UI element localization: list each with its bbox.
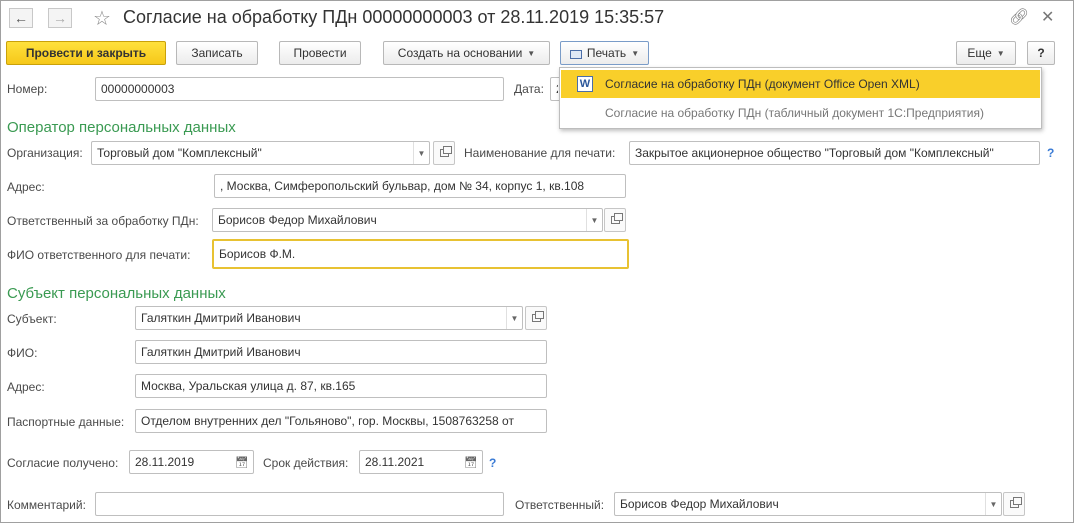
open-footer-responsible-button[interactable]	[1003, 492, 1025, 516]
print-menu-item-spreadsheet[interactable]: Согласие на обработку ПДн (табличный док…	[561, 99, 1040, 127]
back-button[interactable]: ←	[9, 8, 33, 28]
open-icon	[439, 146, 452, 157]
date-label: Дата:	[514, 82, 544, 96]
operator-address-label: Адрес:	[7, 180, 45, 194]
printer-icon	[569, 49, 582, 59]
print-button[interactable]: Печать ▼	[560, 41, 649, 65]
responsible-label: Ответственный за обработку ПДн:	[7, 214, 199, 228]
fio-field[interactable]: Галяткин Дмитрий Иванович	[135, 340, 547, 364]
passport-field[interactable]: Отделом внутренних дел "Гольяново", гор.…	[135, 409, 547, 433]
chevron-down-icon[interactable]: ▼	[506, 307, 522, 329]
calendar-icon[interactable]: 📅︎	[231, 451, 253, 473]
passport-label: Паспортные данные:	[7, 415, 125, 429]
responsible-print-value: Борисов Ф.М.	[219, 247, 296, 261]
create-based-on-label: Создать на основании	[397, 46, 523, 60]
print-name-value: Закрытое акционерное общество "Торговый …	[635, 146, 994, 160]
subject-section-title: Субъект персональных данных	[7, 285, 226, 302]
validity-help-icon[interactable]: ?	[489, 456, 496, 470]
chevron-down-icon[interactable]: ▼	[985, 493, 1001, 515]
responsible-print-field[interactable]: Борисов Ф.М.	[212, 239, 629, 269]
operator-section-title: Оператор персональных данных	[7, 119, 236, 136]
footer-responsible-select[interactable]: Борисов Федор Михайлович ▼	[614, 492, 1002, 516]
forward-button[interactable]: →	[48, 8, 72, 28]
consent-received-label: Согласие получено:	[7, 456, 119, 470]
print-menu-item-label: Согласие на обработку ПДн (табличный док…	[605, 106, 984, 120]
subject-select[interactable]: Галяткин Дмитрий Иванович ▼	[135, 306, 523, 330]
operator-address-field[interactable]: , Москва, Симферопольский бульвар, дом №…	[214, 174, 626, 198]
number-field[interactable]: 00000000003	[95, 77, 504, 101]
validity-value: 28.11.2021	[365, 455, 425, 469]
chevron-down-icon: ▼	[527, 48, 536, 58]
responsible-select[interactable]: Борисов Федор Михайлович ▼	[212, 208, 603, 232]
calendar-icon[interactable]: 📅︎	[460, 451, 482, 473]
print-name-field[interactable]: Закрытое акционерное общество "Торговый …	[629, 141, 1040, 165]
validity-date-field[interactable]: 28.11.2021 📅︎	[359, 450, 483, 474]
print-menu-item-label: Согласие на обработку ПДн (документ Offi…	[605, 77, 920, 91]
operator-address-value: , Москва, Симферопольский бульвар, дом №…	[220, 179, 585, 193]
more-label: Еще	[967, 46, 992, 60]
comment-label: Комментарий:	[7, 498, 86, 512]
chevron-down-icon: ▼	[631, 48, 640, 58]
consent-received-value: 28.11.2019	[135, 455, 195, 469]
fio-label: ФИО:	[7, 346, 38, 360]
chevron-down-icon[interactable]: ▼	[586, 209, 602, 231]
organization-label: Организация:	[7, 146, 83, 160]
subject-address-value: Москва, Уральская улица д. 87, кв.165	[141, 379, 356, 393]
more-button[interactable]: Еще ▼	[956, 41, 1016, 65]
close-icon[interactable]: ✕	[1041, 7, 1054, 27]
post-button[interactable]: Провести	[279, 41, 361, 65]
open-subject-button[interactable]	[525, 306, 547, 330]
chevron-down-icon: ▼	[996, 48, 1005, 58]
save-button[interactable]: Записать	[176, 41, 258, 65]
responsible-value: Борисов Федор Михайлович	[218, 213, 377, 227]
organization-value: Торговый дом "Комплексный"	[97, 146, 262, 160]
arrow-right-icon: →	[53, 10, 67, 26]
fio-value: Галяткин Дмитрий Иванович	[141, 345, 301, 359]
validity-label: Срок действия:	[263, 456, 349, 470]
footer-responsible-label: Ответственный:	[515, 498, 605, 512]
date-value: 2	[556, 82, 558, 96]
subject-address-field[interactable]: Москва, Уральская улица д. 87, кв.165	[135, 374, 547, 398]
window-title: Согласие на обработку ПДн 00000000003 от…	[123, 7, 665, 27]
favorite-star-icon[interactable]: ☆	[93, 6, 111, 31]
number-value: 00000000003	[101, 82, 175, 96]
open-responsible-button[interactable]	[604, 208, 626, 232]
open-organization-button[interactable]	[433, 141, 455, 165]
print-menu-item-office-xml[interactable]: W Согласие на обработку ПДн (документ Of…	[561, 70, 1040, 98]
subject-value: Галяткин Дмитрий Иванович	[141, 311, 301, 325]
print-label: Печать	[586, 46, 627, 60]
post-and-close-button[interactable]: Провести и закрыть	[6, 41, 166, 65]
chevron-down-icon[interactable]: ▼	[413, 142, 429, 164]
subject-label: Субъект:	[7, 312, 57, 326]
create-based-on-button[interactable]: Создать на основании ▼	[383, 41, 550, 65]
subject-address-label: Адрес:	[7, 380, 45, 394]
passport-value: Отделом внутренних дел "Гольяново", гор.…	[141, 414, 514, 428]
print-menu: W Согласие на обработку ПДн (документ Of…	[559, 67, 1042, 129]
link-icon[interactable]: 🔗︎	[1009, 7, 1029, 27]
footer-responsible-value: Борисов Федор Михайлович	[620, 497, 779, 511]
document-window: ← → ☆ Согласие на обработку ПДн 00000000…	[0, 0, 1074, 523]
organization-select[interactable]: Торговый дом "Комплексный" ▼	[91, 141, 430, 165]
open-icon	[610, 213, 623, 224]
comment-field[interactable]	[95, 492, 504, 516]
word-document-icon: W	[577, 76, 593, 92]
print-name-help-icon[interactable]: ?	[1047, 146, 1054, 160]
arrow-left-icon: ←	[14, 10, 28, 26]
consent-received-date-field[interactable]: 28.11.2019 📅︎	[129, 450, 254, 474]
help-button[interactable]: ?	[1027, 41, 1055, 65]
number-label: Номер:	[7, 82, 48, 96]
responsible-print-label: ФИО ответственного для печати:	[7, 248, 191, 262]
open-icon	[531, 311, 544, 322]
open-icon	[1009, 497, 1022, 508]
print-name-label: Наименование для печати:	[464, 146, 616, 160]
